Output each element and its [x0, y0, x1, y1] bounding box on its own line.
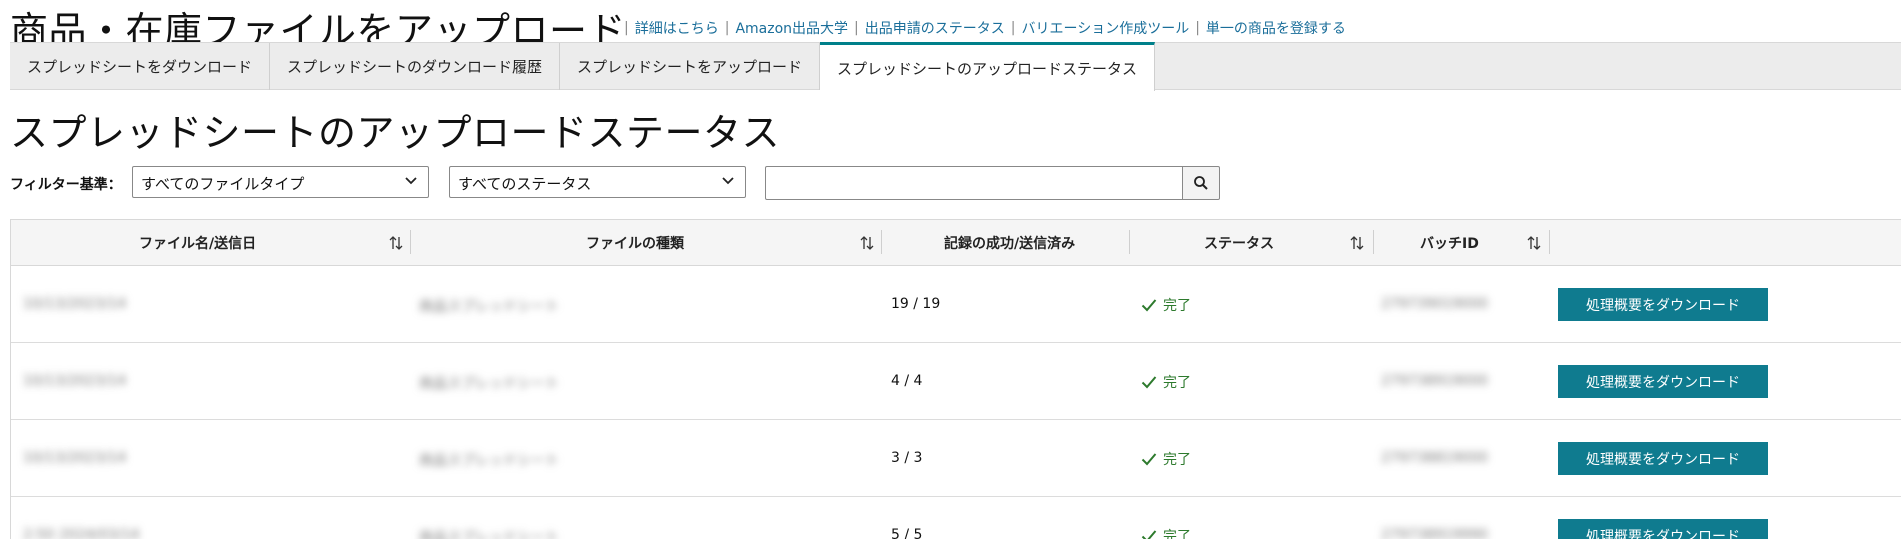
batch-id-cell: 279738919000	[1381, 373, 1488, 389]
link-listing-approval-status[interactable]: 出品申請のステータス	[865, 18, 1005, 38]
table-row: 10/13/2023/14 商品スプレッドシート 3 / 3 完了 279738…	[11, 420, 1901, 497]
section-title: スプレッドシートのアップロードステータス	[10, 111, 781, 155]
column-header-file-type: ファイルの種類	[586, 236, 684, 252]
tab-upload-spreadsheet[interactable]: スプレッドシートをアップロード	[560, 43, 821, 90]
file-name-cell[interactable]: 10/13/2023/14	[23, 296, 126, 312]
link-separator: |	[724, 20, 730, 36]
search-input[interactable]	[765, 166, 1183, 200]
link-separator: |	[1010, 20, 1016, 36]
header-links: | 詳細はこちら | Amazon出品大学 | 出品申請のステータス | バリエ…	[618, 18, 1346, 38]
status-cell: 完了	[1141, 295, 1191, 315]
status-cell: 完了	[1141, 526, 1191, 539]
sort-icon[interactable]	[1350, 234, 1364, 252]
column-header-records: 記録の成功/送信済み	[944, 236, 1076, 252]
download-summary-button[interactable]: 処理概要をダウンロード	[1558, 519, 1768, 539]
chevron-down-icon	[722, 177, 734, 185]
filter-label: フィルター基準：	[10, 177, 122, 193]
search-icon	[1194, 176, 1208, 190]
file-type-cell: 商品スプレッドシート	[419, 530, 559, 539]
batch-id-cell: 279738919990	[1381, 527, 1488, 539]
link-separator: |	[854, 20, 859, 36]
download-summary-button[interactable]: 処理概要をダウンロード	[1558, 442, 1768, 475]
file-type-cell: 商品スプレッドシート	[419, 299, 559, 315]
sort-icon[interactable]	[1527, 234, 1541, 252]
status-label: 完了	[1163, 375, 1191, 391]
sort-icon[interactable]	[389, 234, 403, 252]
file-name-cell[interactable]: 10/13/2023/14	[23, 373, 126, 389]
check-icon	[1141, 376, 1157, 389]
upload-status-table: ファイル名/送信日 ファイルの種類 記録の成功/送信済み ステータス バッチID…	[10, 219, 1901, 539]
batch-id-cell: 279738819000	[1381, 450, 1488, 466]
column-header-file-name: ファイル名/送信日	[139, 236, 257, 252]
records-cell: 19 / 19	[891, 296, 941, 312]
status-label: 完了	[1163, 298, 1191, 314]
link-seller-university[interactable]: Amazon出品大学	[735, 18, 848, 38]
link-add-single-product[interactable]: 単一の商品を登録する	[1206, 18, 1346, 38]
status-select-value: すべてのステータス	[458, 175, 592, 193]
status-cell: 完了	[1141, 449, 1191, 469]
tab-download-history[interactable]: スプレッドシートのダウンロード履歴	[270, 43, 561, 90]
file-type-cell: 商品スプレッドシート	[419, 453, 559, 469]
tab-bar: スプレッドシートをダウンロード スプレッドシートのダウンロード履歴 スプレッドシ…	[10, 42, 1901, 91]
records-cell: 5 / 5	[891, 527, 923, 539]
file-type-cell: 商品スプレッドシート	[419, 376, 559, 392]
download-summary-button[interactable]: 処理概要をダウンロード	[1558, 288, 1768, 321]
file-type-select-value: すべてのファイルタイプ	[141, 175, 305, 193]
status-cell: 完了	[1141, 372, 1191, 392]
chevron-down-icon	[405, 177, 417, 185]
tab-upload-status[interactable]: スプレッドシートのアップロードステータス	[820, 42, 1156, 91]
status-label: 完了	[1163, 529, 1191, 539]
download-summary-button[interactable]: 処理概要をダウンロード	[1558, 365, 1768, 398]
batch-id-cell: 279739019000	[1381, 296, 1488, 312]
table-header: ファイル名/送信日 ファイルの種類 記録の成功/送信済み ステータス バッチID	[11, 219, 1901, 266]
file-name-cell[interactable]: 10/13/2023/14	[23, 450, 126, 466]
tab-download-spreadsheet[interactable]: スプレッドシートをダウンロード	[10, 43, 271, 90]
records-cell: 4 / 4	[891, 373, 923, 389]
table-row: 2:50 2024/03/14 商品スプレッドシート 5 / 5 完了 2797…	[11, 497, 1901, 539]
file-type-select[interactable]: すべてのファイルタイプ	[132, 166, 429, 198]
table-row: 10/13/2023/14 商品スプレッドシート 19 / 19 完了 2797…	[11, 266, 1901, 343]
link-separator: |	[1195, 20, 1200, 36]
check-icon	[1141, 299, 1157, 312]
link-details[interactable]: 詳細はこちら	[635, 18, 719, 38]
search-box	[765, 166, 1230, 200]
column-divider	[1129, 230, 1130, 254]
link-separator: |	[624, 20, 629, 36]
column-divider	[1549, 230, 1550, 254]
sort-icon[interactable]	[860, 234, 874, 252]
filter-row: フィルター基準： すべてのファイルタイプ すべてのステータス	[10, 166, 1270, 200]
search-button[interactable]	[1183, 166, 1220, 200]
check-icon	[1141, 453, 1157, 466]
records-cell: 3 / 3	[891, 450, 923, 466]
link-variation-tool[interactable]: バリエーション作成ツール	[1021, 18, 1189, 38]
column-divider	[410, 230, 411, 254]
table-row: 10/13/2023/14 商品スプレッドシート 4 / 4 完了 279738…	[11, 343, 1901, 420]
status-label: 完了	[1163, 452, 1191, 468]
file-name-cell[interactable]: 2:50 2024/03/14	[23, 527, 140, 539]
column-divider	[881, 230, 882, 254]
column-divider	[1373, 230, 1374, 254]
check-icon	[1141, 530, 1157, 539]
status-select[interactable]: すべてのステータス	[449, 166, 746, 198]
column-header-status: ステータス	[1204, 236, 1274, 252]
column-header-batch-id: バッチID	[1420, 236, 1479, 252]
